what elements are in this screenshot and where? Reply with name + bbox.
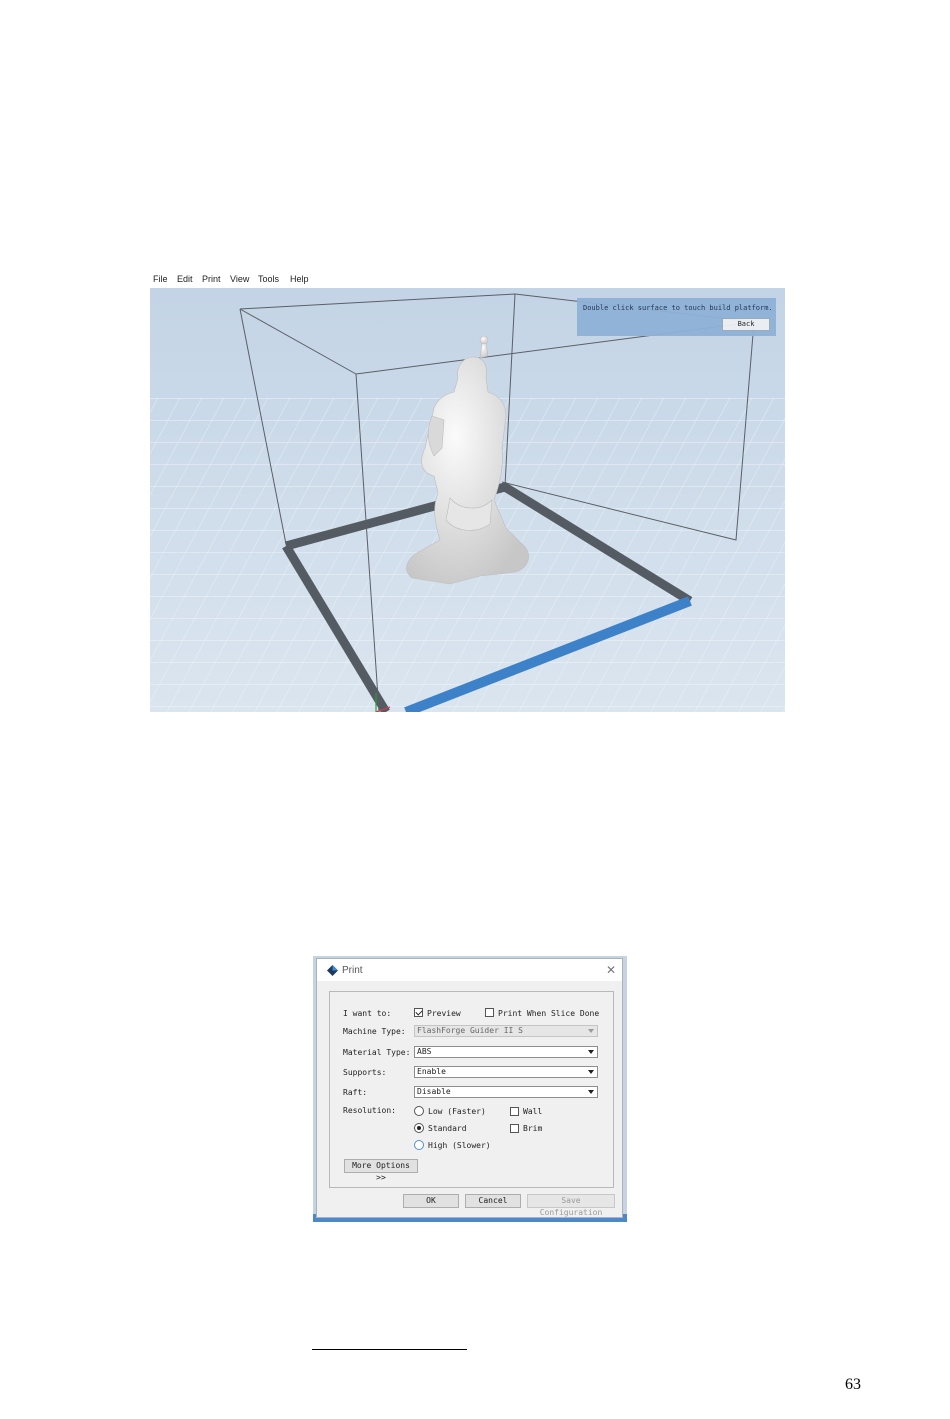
machine-type-value: FlashForge Guider II S (417, 1026, 523, 1035)
brim-label: Brim (523, 1124, 543, 1133)
resolution-standard-label: Standard (428, 1124, 467, 1133)
resolution-standard-radio[interactable] (414, 1123, 424, 1133)
back-button[interactable]: Back (722, 318, 770, 331)
chevron-down-icon (588, 1090, 594, 1094)
chevron-down-icon (588, 1029, 594, 1033)
tip-panel: Double click surface to touch build plat… (577, 298, 776, 336)
print-when-slice-done-checkbox[interactable] (485, 1008, 494, 1017)
resolution-high-radio[interactable] (414, 1140, 424, 1150)
close-icon[interactable]: ✕ (606, 963, 616, 977)
main-window-screenshot: File Edit Print View Tools Help Double c… (150, 271, 785, 712)
print-dialog-screenshot: Print ✕ I want to: Preview Print When Sl… (313, 956, 627, 1222)
preview-label: Preview (427, 1009, 461, 1018)
dialog-title: Print (342, 965, 363, 976)
brim-checkbox[interactable] (510, 1124, 519, 1133)
dialog-titlebar: Print ✕ (317, 959, 622, 981)
material-type-label: Material Type: (343, 1048, 411, 1057)
menu-help[interactable]: Help (290, 274, 309, 284)
tip-text: Double click surface to touch build plat… (583, 304, 773, 312)
cancel-button[interactable]: Cancel (465, 1194, 521, 1208)
menu-edit[interactable]: Edit (177, 274, 193, 284)
3d-viewport[interactable]: Double click surface to touch build plat… (150, 288, 785, 712)
i-want-to-label: I want to: (343, 1009, 392, 1018)
resolution-low-radio[interactable] (414, 1106, 424, 1116)
wall-label: Wall (523, 1107, 543, 1116)
chevron-down-icon (588, 1050, 594, 1054)
supports-value: Enable (417, 1067, 446, 1076)
material-type-value: ABS (417, 1047, 432, 1056)
menu-bar: File Edit Print View Tools Help (150, 271, 785, 288)
preview-checkbox[interactable] (414, 1008, 423, 1017)
supports-select[interactable]: Enable (414, 1066, 598, 1078)
menu-tools[interactable]: Tools (258, 274, 279, 284)
supports-label: Supports: (343, 1068, 387, 1077)
chevron-down-icon (588, 1070, 594, 1074)
page-number: 63 (845, 1376, 861, 1393)
footnote-rule (312, 1349, 467, 1350)
raft-value: Disable (417, 1087, 451, 1096)
machine-type-label: Machine Type: (343, 1027, 406, 1036)
resolution-high-label: High (Slower) (428, 1141, 491, 1150)
ok-button[interactable]: OK (403, 1194, 459, 1208)
viewport-scene (150, 288, 785, 712)
menu-file[interactable]: File (153, 274, 168, 284)
resolution-label: Resolution: (343, 1106, 396, 1115)
menu-view[interactable]: View (230, 274, 249, 284)
print-when-slice-done-label: Print When Slice Done (498, 1009, 600, 1018)
save-configuration-button[interactable]: Save Configuration (527, 1194, 615, 1217)
raft-label: Raft: (343, 1088, 368, 1097)
more-options-button[interactable]: More Options >> (344, 1159, 418, 1182)
print-dialog: Print ✕ I want to: Preview Print When Sl… (316, 958, 623, 1218)
material-type-select[interactable]: ABS (414, 1046, 598, 1058)
print-options-group: I want to: Preview Print When Slice Done… (329, 991, 614, 1188)
menu-print[interactable]: Print (202, 274, 221, 284)
resolution-low-label: Low (Faster) (428, 1107, 486, 1116)
wall-checkbox[interactable] (510, 1107, 519, 1116)
raft-select[interactable]: Disable (414, 1086, 598, 1098)
machine-type-select[interactable]: FlashForge Guider II S (414, 1025, 598, 1037)
flashprint-logo-icon (327, 965, 338, 976)
